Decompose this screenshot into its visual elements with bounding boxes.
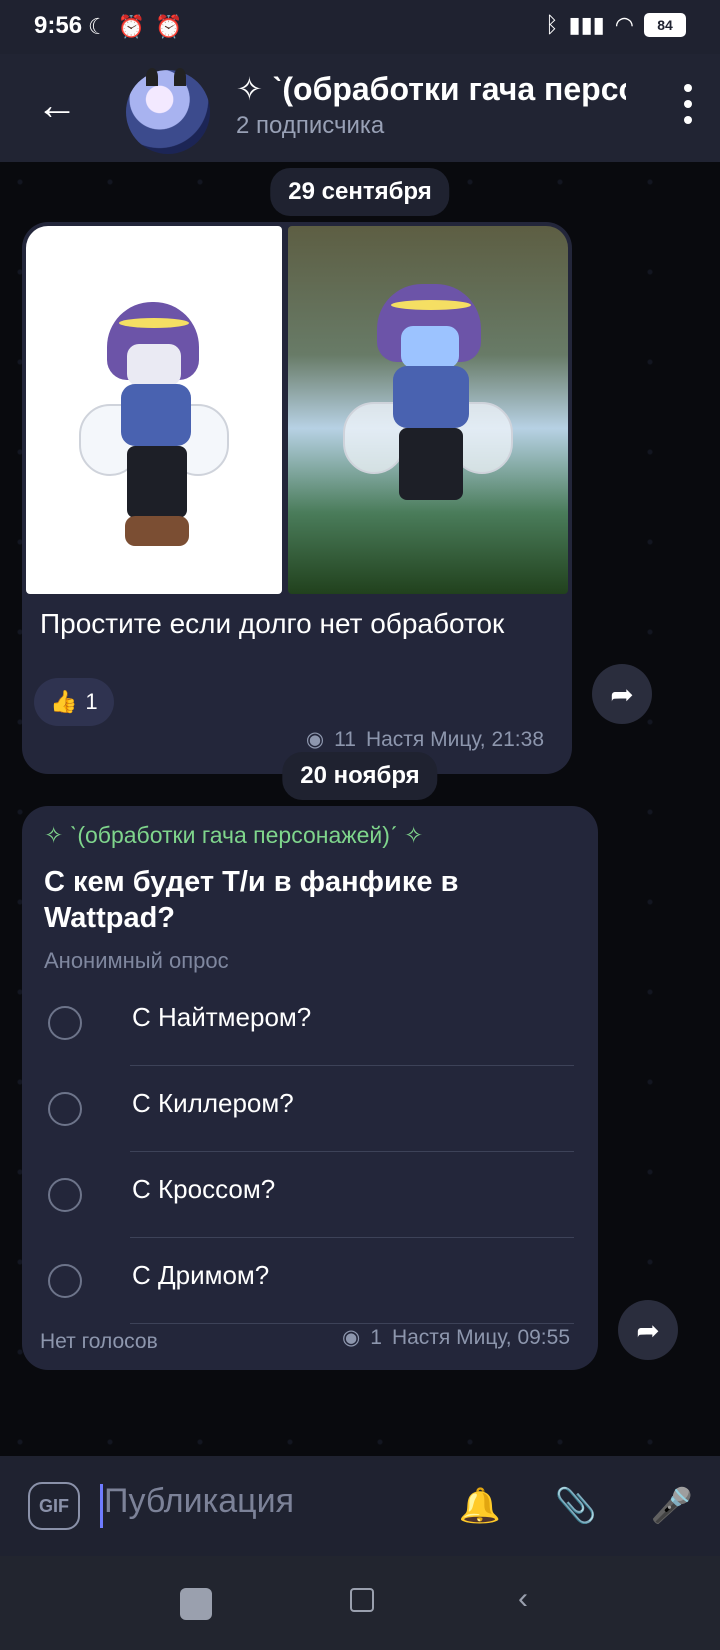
photo-right[interactable] — [288, 226, 568, 594]
poll-meta: ◉ 1 Настя Мицу, 09:55 — [342, 1325, 570, 1350]
home-icon[interactable] — [350, 1588, 374, 1612]
radio-icon[interactable] — [48, 1092, 82, 1126]
view-icon-2: ◉ — [341, 1326, 361, 1349]
gif-button[interactable]: GIF — [28, 1482, 80, 1530]
view-count-2: 1 — [370, 1325, 382, 1349]
divider — [130, 1323, 574, 1324]
alarm-icon-2: ⏰ — [155, 14, 183, 39]
channel-title[interactable]: ✧ ˋ(обработки гача персонажей)ˊ ✧ — [236, 70, 626, 108]
poll-option[interactable]: С Дримом? — [44, 1242, 574, 1324]
status-time: 9:56 — [34, 12, 83, 39]
message-author-time: Настя Мицу, 21:38 — [365, 727, 544, 751]
share-icon-2[interactable]: ➦ — [618, 1300, 678, 1360]
view-count: 11 — [334, 727, 356, 751]
bluetooth-icon: ᛒ — [545, 12, 559, 37]
recent-apps-icon[interactable] — [180, 1588, 212, 1620]
composer-bar: GIF Публикация 🔔 📎 🎤 — [0, 1456, 720, 1556]
photo-left[interactable] — [26, 226, 282, 594]
chat-area: 29 сентября Простите если долго нет обра… — [0, 162, 720, 1456]
subscriber-count: 2 подписчика — [236, 112, 385, 139]
status-bar: 9:56 ☾ ⏰ ⏰ ᛒ ▮▮▮ ◠ 84 — [0, 0, 720, 54]
bell-icon[interactable]: 🔔 — [458, 1484, 502, 1528]
poll-option-label: С Кроссом? — [132, 1174, 276, 1204]
poll-type: Анонимный опрос — [44, 948, 229, 973]
alarm-icon: ⏰ — [117, 14, 146, 39]
date-separator: 29 сентября — [270, 168, 450, 216]
mic-icon[interactable]: 🎤 — [650, 1484, 694, 1528]
chat-header: ← ✧ ˋ(обработки гача персонажей)ˊ ✧ 2 по… — [0, 54, 720, 162]
message-caption: Простите если долго нет обработок — [40, 608, 505, 639]
poll-question: С кем будет Т/и в фанфике в Wattpad? — [44, 866, 459, 934]
reaction-chip[interactable]: 👍 1 — [34, 678, 114, 726]
character-figure-edited — [343, 284, 513, 574]
wifi-icon: ◠ — [614, 12, 634, 37]
message-input[interactable]: Публикация — [104, 1482, 294, 1521]
poll-message: ✧ ˋ(обработки гача персонажей)ˊ ✧ С кем … — [22, 806, 598, 1370]
moon-icon: ☾ — [88, 14, 108, 39]
more-icon[interactable] — [682, 84, 694, 124]
thumbs-up-icon: 👍 — [50, 689, 78, 714]
status-left-icons: ☾ ⏰ ⏰ — [88, 14, 183, 40]
status-right-icons: ᛒ ▮▮▮ ◠ 84 — [545, 12, 686, 38]
poll-author-time: Настя Мицу, 09:55 — [391, 1325, 570, 1349]
message-meta: ◉ 11 Настя Мицу, 21:38 — [306, 727, 544, 752]
nav-back-icon[interactable]: ‹ — [518, 1582, 528, 1616]
poll-option[interactable]: С Кроссом? — [44, 1156, 574, 1238]
radio-icon[interactable] — [48, 1178, 82, 1212]
avatar-ear-icon — [146, 68, 158, 86]
divider — [130, 1065, 574, 1066]
poll-votes: Нет голосов — [40, 1330, 158, 1353]
radio-icon[interactable] — [48, 1006, 82, 1040]
back-icon[interactable]: ← — [36, 84, 78, 126]
divider — [130, 1151, 574, 1152]
view-icon: ◉ — [305, 728, 325, 751]
poll-channel-name: ✧ ˋ(обработки гача персонажей)ˊ ✧ — [44, 822, 424, 848]
poll-option[interactable]: С Найтмером? — [44, 984, 574, 1066]
poll-option[interactable]: С Киллером? — [44, 1070, 574, 1152]
photo-message[interactable]: Простите если долго нет обработок 👍 1 ◉ … — [22, 222, 572, 774]
divider — [130, 1237, 574, 1238]
avatar-ear-icon-2 — [174, 68, 186, 86]
share-icon[interactable]: ➦ — [592, 664, 652, 724]
channel-avatar[interactable] — [126, 68, 210, 154]
system-nav-bar: ‹ — [0, 1556, 720, 1650]
poll-option-label: С Дримом? — [132, 1260, 270, 1290]
date-separator-2: 20 ноября — [282, 752, 438, 800]
text-cursor — [100, 1484, 103, 1528]
poll-option-label: С Найтмером? — [132, 1002, 312, 1032]
signal-icon: ▮▮▮ — [568, 12, 605, 37]
radio-icon[interactable] — [48, 1264, 82, 1298]
character-figure — [79, 302, 229, 572]
reaction-count: 1 — [85, 689, 98, 714]
poll-option-label: С Киллером? — [132, 1088, 294, 1118]
battery-icon: 84 — [644, 13, 686, 37]
paperclip-icon[interactable]: 📎 — [554, 1484, 598, 1528]
